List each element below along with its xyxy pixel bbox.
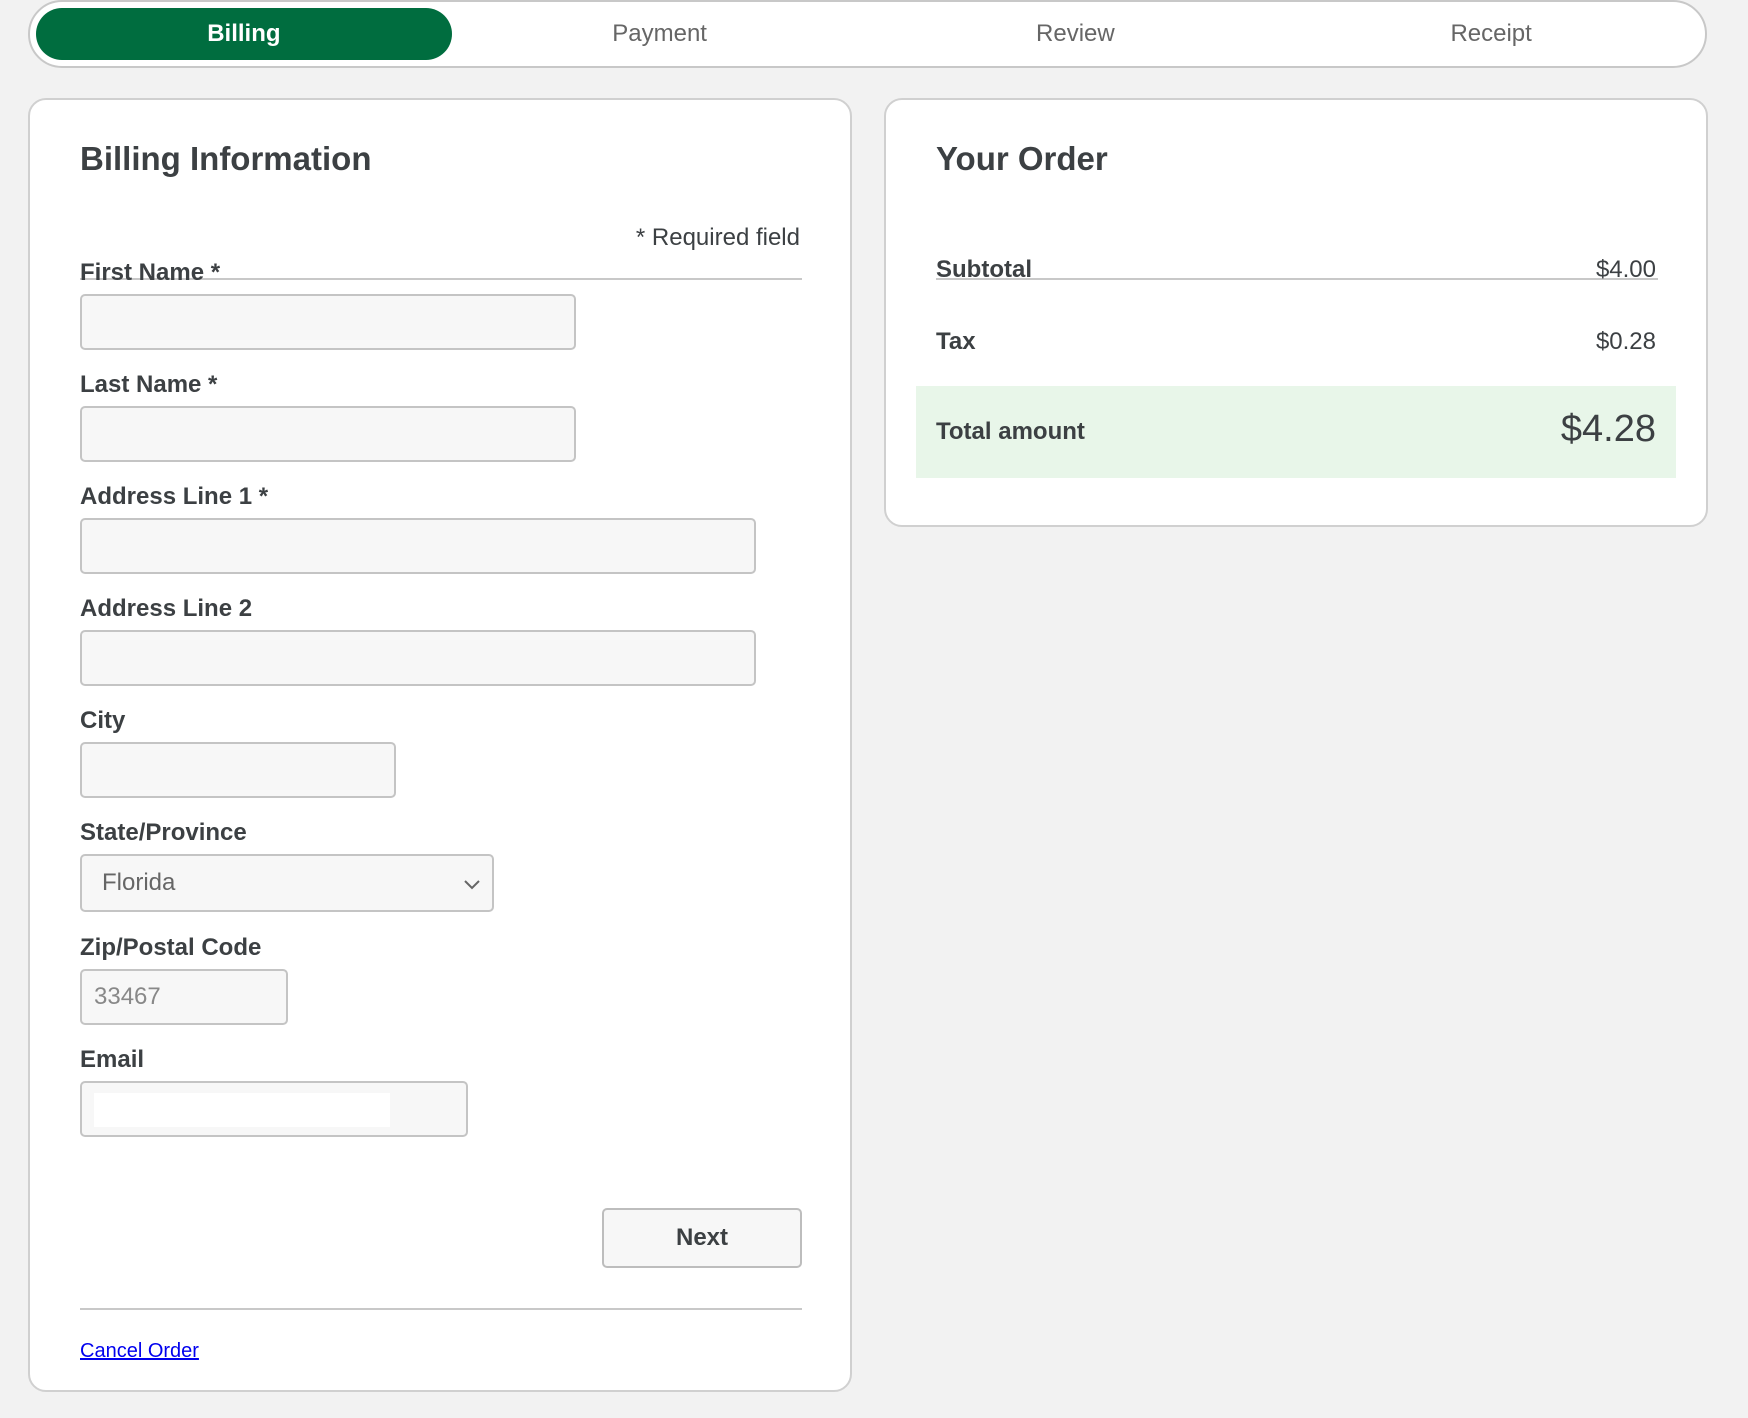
address-line-1-label: Address Line 1 * — [80, 483, 269, 510]
zip-input[interactable] — [80, 969, 288, 1025]
city-label: City — [80, 707, 126, 734]
email-input[interactable] — [80, 1081, 468, 1137]
required-note: * Required field — [635, 224, 800, 251]
chevron-down-icon — [464, 880, 480, 890]
order-title: Your Order — [936, 140, 1108, 177]
divider — [80, 1308, 802, 1310]
total-row: Total amount $4.28 — [916, 386, 1676, 478]
step-payment[interactable]: Payment — [452, 8, 868, 60]
order-summary-card: Your Order Subtotal $4.00 Tax $0.28 Tota… — [884, 98, 1708, 527]
state-select[interactable]: Florida — [80, 854, 494, 912]
divider — [936, 278, 1658, 280]
tax-label: Tax — [936, 328, 976, 355]
progress-steps: Billing Payment Review Receipt — [28, 0, 1707, 68]
subtotal-label: Subtotal — [936, 256, 1032, 283]
billing-card: Billing Information * Required field Fir… — [28, 98, 852, 1392]
step-billing[interactable]: Billing — [36, 8, 452, 60]
total-value: $4.28 — [1560, 408, 1656, 450]
state-selected-value: Florida — [102, 869, 176, 896]
tax-value: $0.28 — [1595, 328, 1656, 355]
email-value — [94, 1093, 390, 1127]
address-line-2-label: Address Line 2 — [80, 595, 253, 622]
first-name-input[interactable] — [80, 294, 576, 350]
step-receipt[interactable]: Receipt — [1283, 8, 1699, 60]
subtotal-value: $4.00 — [1595, 256, 1656, 283]
step-review[interactable]: Review — [868, 8, 1284, 60]
total-label: Total amount — [936, 418, 1085, 445]
address-line-1-input[interactable] — [80, 518, 756, 574]
email-label: Email — [80, 1046, 145, 1073]
first-name-label: First Name * — [80, 259, 221, 286]
city-input[interactable] — [80, 742, 396, 798]
zip-label: Zip/Postal Code — [80, 934, 262, 961]
billing-title: Billing Information — [80, 140, 372, 177]
last-name-input[interactable] — [80, 406, 576, 462]
state-label: State/Province — [80, 819, 247, 846]
next-button[interactable]: Next — [602, 1208, 802, 1268]
last-name-label: Last Name * — [80, 371, 218, 398]
cancel-order-link[interactable]: Cancel Order — [80, 1340, 199, 1363]
address-line-2-input[interactable] — [80, 630, 756, 686]
